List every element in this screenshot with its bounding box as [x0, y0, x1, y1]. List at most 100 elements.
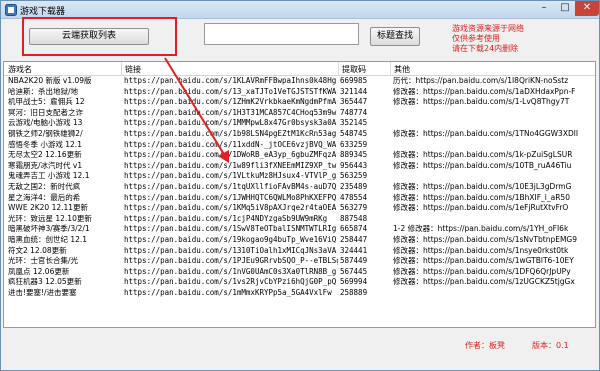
maximize-button[interactable]: □: [555, 1, 575, 16]
cell-other: 1-2 修改器：https://pan.baidu.com/s/1YH_oFI6…: [393, 224, 569, 234]
table-row[interactable]: 钢铁之师2/钢铁雄狮2/https://pan.baidu.com/s/1b98…: [4, 129, 595, 140]
column-header-other[interactable]: 其他: [394, 64, 410, 75]
cell-game-name: 光环：致远星 12.10更新: [8, 213, 92, 223]
cell-other: 修改器：https://pan.baidu.com/s/1nsye0rkst0t…: [393, 245, 569, 255]
cell-extract-code: 669985: [340, 76, 368, 85]
table-row[interactable]: 疯狂机器3 12.05更新 https://pan.baidu.com/s/1vs…: [4, 277, 595, 288]
cell-extract-code: 569994: [340, 277, 368, 287]
table-row[interactable]: WWE 2K20 12.11更新 https://pan.baidu.com/s/…: [4, 203, 595, 214]
fetch-list-button[interactable]: 云端获取列表: [29, 28, 149, 45]
cell-other: 修改器：https://pan.baidu.com/s/1k-pZuiSgLSU…: [393, 150, 573, 160]
cell-game-name: 进击!要塞!/进击要塞: [8, 287, 77, 297]
table-body: NBA2K20 新版 v1.09版 https://pan.baidu.com/s…: [4, 76, 595, 309]
cell-game-name: 鬼魂弄吉工 小游戏 12.1: [8, 171, 90, 181]
cell-game-name: 凤凰点 12.06更新: [8, 266, 70, 276]
cell-other: 修改器：https://pan.baidu.com/s/1BhXIF_i_aR5…: [393, 192, 570, 202]
table-row[interactable]: [4, 298, 595, 309]
cell-extract-code: 352145: [340, 118, 368, 128]
cell-extract-code: 478554: [340, 192, 368, 202]
table-row[interactable]: 暗黑血统：创世纪 12.1 https://pan.baidu.com/s/19k…: [4, 235, 595, 246]
table-row[interactable]: 无尽太空2 12.16更新 https://pan.baidu.com/s/1DW…: [4, 150, 595, 161]
table-row[interactable]: 星之海洋4：最后的希 https://pan.baidu.com/s/1JWHHQ…: [4, 193, 595, 204]
table-row[interactable]: 凤凰点 12.06更新 https://pan.baidu.com/s/1nVG0…: [4, 267, 595, 278]
close-button[interactable]: ✕: [575, 1, 599, 16]
cell-extract-code: 665874: [340, 224, 368, 234]
cell-link: https://pan.baidu.com/s/19kogao9g4buTp_W…: [124, 234, 337, 244]
cell-game-name: 感悟冬季 小游戏 12.1: [8, 139, 82, 149]
app-icon: [5, 4, 17, 16]
table-row[interactable]: 鬼魂弄吉工 小游戏 12.1 https://pan.baidu.com/s/1V…: [4, 171, 595, 182]
cell-extract-code: 748774: [340, 107, 368, 117]
column-header-code[interactable]: 提取码: [342, 64, 366, 75]
cell-extract-code: 889345: [340, 150, 368, 160]
notice-line: 游戏资源来源于网络: [452, 24, 524, 33]
column-header-link[interactable]: 链接: [125, 64, 141, 75]
table-row[interactable]: 寒霜朋克/冰汽时代 v1 https://pan.baidu.com/s/1w89…: [4, 161, 595, 172]
cell-game-name: 机甲战士5：雇佣兵 12: [8, 97, 85, 107]
cell-link: https://pan.baidu.com/s/1ZHmK2VrkbkaeKmN…: [124, 97, 337, 107]
author-label: 作者：板凳: [465, 341, 505, 350]
notice-line: 请在下载24内删除: [452, 44, 519, 53]
table-row[interactable]: 进击!要塞!/进击要塞 https://pan.baidu.com/s/1mMmx…: [4, 288, 595, 299]
column-divider[interactable]: [390, 62, 391, 76]
disclaimer-notice: 游戏资源来源于网络 仅供参考使用 请在下载24内删除: [452, 24, 524, 54]
cell-extract-code: 258889: [340, 287, 368, 297]
column-header-name[interactable]: 游戏名: [8, 64, 32, 75]
column-divider[interactable]: [121, 62, 122, 76]
cell-other: 修改器：https://pan.baidu.com/s/1sNvTbtnpEMG…: [393, 234, 578, 244]
table-row[interactable]: 符文2 12.08更新 https://pan.baidu.com/s/1310T…: [4, 246, 595, 257]
notice-line: 仅供参考使用: [452, 34, 500, 43]
cell-game-name: 哈迪斯：杀出地狱/地: [8, 86, 79, 96]
window-title: 游戏下载器: [20, 7, 66, 17]
cell-game-name: NBA2K20 新版 v1.09版: [8, 76, 92, 85]
cell-game-name: 暗黑破坏神3/赛季/3/2/1: [8, 224, 90, 234]
cell-other: 修改器：https://pan.baidu.com/s/1DFQ6QrJpUPy: [393, 266, 571, 276]
minimize-button[interactable]: –: [533, 1, 555, 16]
table-row[interactable]: 冥河：旧日支配者之诈 https://pan.baidu.com/s/1H3T31…: [4, 108, 595, 119]
table-row[interactable]: 光环：致远星 12.10更新 https://pan.baidu.com/s/1c…: [4, 214, 595, 225]
table-row[interactable]: 机甲战士5：雇佣兵 12 https://pan.baidu.com/s/1ZHm…: [4, 97, 595, 108]
cell-other: 修改器：https://pan.baidu.com/s/1eFjRutXtvFr…: [393, 203, 569, 213]
cell-link: https://pan.baidu.com/s/1vs2RjvCbYPzi6hQ…: [124, 277, 337, 287]
cell-other: 修改器：https://pan.baidu.com/s/1-LvQ8Thgy7T: [393, 97, 570, 107]
cell-link: https://pan.baidu.com/s/13_xaTJTo1VeTGJS…: [124, 86, 337, 96]
cell-game-name: 光环：士官长合集/光: [8, 256, 79, 266]
cell-extract-code: 235489: [340, 181, 368, 191]
cell-extract-code: 365447: [340, 97, 368, 107]
cell-link: https://pan.baidu.com/s/11xddN-_jtOCE6vz…: [124, 139, 337, 149]
cell-game-name: 无尽太空2 12.16更新: [8, 150, 82, 160]
cell-extract-code: 633259: [340, 139, 368, 149]
table-row[interactable]: 云游戏/电脑小游戏 13 https://pan.baidu.com/s/1MMM…: [4, 118, 595, 129]
title-search-button[interactable]: 标题查找: [370, 27, 420, 46]
cell-extract-code: 587449: [340, 256, 368, 266]
cell-game-name: 云游戏/电脑小游戏 13: [8, 118, 83, 128]
table-row[interactable]: 暗黑破坏神3/赛季/3/2/1 https://pan.baidu.com/s/1…: [4, 224, 595, 235]
cell-game-name: 符文2 12.08更新: [8, 245, 67, 255]
search-input[interactable]: [204, 23, 359, 45]
cell-extract-code: 887548: [340, 213, 368, 223]
cell-link: https://pan.baidu.com/s/1MMMpwL8x47Gr0bs…: [124, 118, 337, 128]
cell-link: https://pan.baidu.com/s/1KMq5iV8pAXJrqe2…: [124, 203, 337, 213]
cell-extract-code: 321144: [340, 86, 368, 96]
table-row[interactable]: 感悟冬季 小游戏 12.1 https://pan.baidu.com/s/11x…: [4, 140, 595, 151]
cell-link: https://pan.baidu.com/s/1nVG0UAmC0s3Xa0T…: [124, 266, 337, 276]
cell-other: 修改器：https://pan.baidu.com/s/1TNo4GGW3XDl…: [393, 128, 579, 138]
version-label: 版本：0.1: [532, 341, 569, 350]
cell-extract-code: 563259: [340, 171, 368, 181]
cell-link: https://pan.baidu.com/s/1PJEu9GRrvbSQO_P…: [124, 256, 338, 266]
cell-extract-code: 567445: [340, 266, 368, 276]
game-list-table[interactable]: 游戏名 链接 提取码 其他 NBA2K20 新版 v1.09版 https://p…: [3, 61, 596, 328]
cell-link: https://pan.baidu.com/s/1b98LSN4pgEZtM1K…: [124, 128, 337, 138]
table-row[interactable]: 无敌之国2：新时代疯 https://pan.baidu.com/s/1tqUXl…: [4, 182, 595, 193]
cell-game-name: 寒霜朋克/冰汽时代 v1: [8, 160, 83, 170]
cell-other: 修改器：https://pan.baidu.com/s/10E3jL3gDrmG: [393, 181, 572, 191]
cell-game-name: 钢铁之师2/钢铁雄狮2/: [8, 128, 83, 138]
cell-game-name: 暗黑血统：创世纪 12.1: [8, 234, 88, 244]
table-row[interactable]: NBA2K20 新版 v1.09版 https://pan.baidu.com/s…: [4, 76, 595, 87]
table-row[interactable]: 哈迪斯：杀出地狱/地 https://pan.baidu.com/s/13_xaT…: [4, 87, 595, 98]
table-row[interactable]: 光环：士官长合集/光 https://pan.baidu.com/s/1PJEu9…: [4, 256, 595, 267]
column-divider[interactable]: [338, 62, 339, 76]
cell-link: https://pan.baidu.com/s/1H3T31MCA857C4CH…: [124, 107, 337, 117]
cell-game-name: 疯狂机器3 12.05更新: [8, 277, 82, 287]
cell-other: 修改器：https://pan.baidu.com/s/1wGTBlT6-10E…: [393, 256, 574, 266]
